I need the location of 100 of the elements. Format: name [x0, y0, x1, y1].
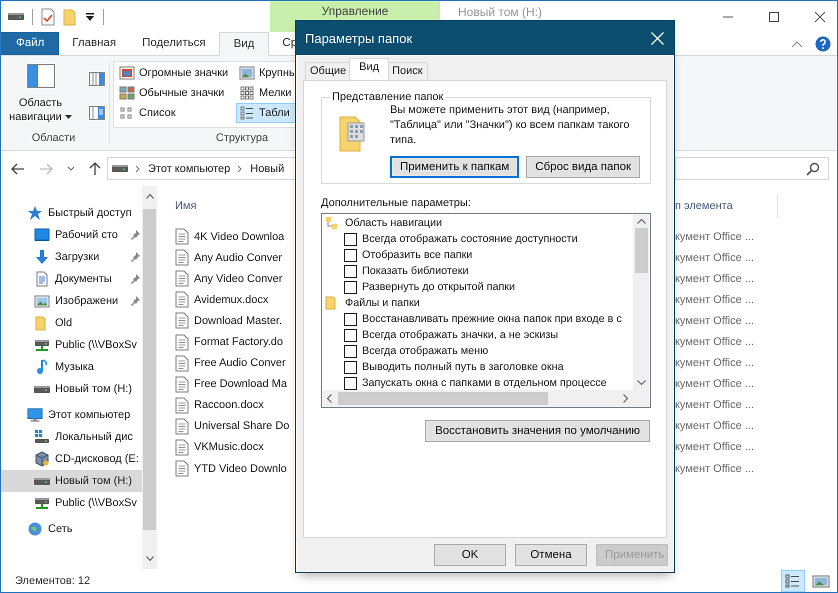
collapse-icon[interactable] — [791, 40, 803, 48]
ribbon-tab[interactable]: Главная — [59, 32, 130, 55]
scrollbar[interactable] — [322, 390, 650, 407]
nav-item[interactable]: Public (\\VBoxSv — [1, 334, 142, 356]
file-name[interactable]: Raccoon.docx — [175, 396, 264, 414]
file-name[interactable]: Universal Share Do — [175, 418, 290, 435]
search-field[interactable] — [675, 157, 829, 180]
file-name[interactable]: Free Audio Conver — [175, 354, 286, 372]
dialog-button[interactable]: OK — [434, 544, 506, 566]
option-label[interactable]: Развернуть до открытой папки — [362, 281, 516, 293]
table-cell-text: кумент Office ... — [675, 272, 755, 285]
layout-option[interactable]: Обычные значки — [116, 83, 236, 103]
nav-item[interactable]: Новый том (H:) — [1, 470, 142, 492]
table-cell-text: кумент Office ... — [675, 462, 755, 475]
nav-item[interactable]: Документы — [1, 268, 142, 290]
help-icon[interactable] — [815, 36, 831, 52]
checkbox[interactable] — [344, 328, 357, 342]
description-text: Вы можете применить этот вид (например, "Таблица" или "Значки") ко всем папкам такого типа. — [390, 103, 630, 148]
dialog-button[interactable]: Отмена — [515, 544, 587, 566]
ribbon-tab[interactable]: Файл — [1, 32, 60, 55]
file-name[interactable]: 4K Video Downloa — [175, 228, 284, 246]
checkbox[interactable] — [344, 280, 357, 294]
ribbon-tab[interactable]: Вид — [218, 32, 270, 56]
nav-item[interactable]: CD-дисковод (E: — [1, 448, 142, 470]
option-label[interactable]: Запускать окна с папками в отдельном процессе — [362, 377, 607, 389]
checkbox[interactable] — [344, 264, 357, 278]
table-cell-text: кумент Office ... — [675, 252, 755, 264]
file-name[interactable]: Any Video Conver — [175, 270, 282, 288]
file-name[interactable]: Download Master. — [175, 312, 282, 330]
nav-item[interactable]: Изображени — [1, 290, 142, 312]
scroll-thumb[interactable] — [143, 209, 156, 530]
option-label[interactable]: Показать библиотеки — [362, 265, 468, 277]
checkbox[interactable] — [344, 344, 357, 358]
drive-icon — [34, 429, 50, 445]
cube-icon — [34, 451, 50, 467]
file-name[interactable]: YTD Video Downlo — [175, 460, 287, 478]
view-button[interactable] — [781, 570, 805, 592]
dropdown-icon[interactable] — [85, 12, 95, 22]
nav-item[interactable]: Загрузки — [1, 246, 142, 268]
picture-icon — [119, 65, 135, 81]
scrollbar[interactable] — [142, 186, 157, 569]
dialog-tab[interactable]: Вид — [349, 58, 390, 80]
document-icon — [175, 396, 189, 414]
scrollbar[interactable] — [633, 214, 650, 390]
nav-item[interactable]: Локальный дис — [1, 426, 142, 448]
option-label[interactable]: Выводить полный путь в заголовке окна — [362, 361, 564, 373]
nav-item[interactable]: Public (\\VBoxSv — [1, 492, 142, 514]
down-chevron-icon — [637, 380, 646, 385]
option-label[interactable]: Всегда отображать меню — [362, 345, 488, 357]
nav-item[interactable]: Новый том (H:) — [1, 378, 142, 400]
close-icon[interactable] — [815, 12, 825, 22]
nav-item[interactable]: Рабочий сто — [1, 224, 142, 246]
nav-item[interactable]: Этот компьютер — [1, 404, 142, 426]
chevron-icon — [135, 164, 141, 172]
dialog-tab[interactable]: Поиск — [387, 62, 428, 80]
table-cell-text: кумент Office ... — [675, 336, 755, 348]
preview-pane-icon[interactable] — [88, 72, 104, 86]
details-pane-icon[interactable] — [88, 106, 104, 120]
checkbox[interactable] — [344, 312, 357, 326]
file-name[interactable]: Any Audio Conver — [175, 249, 282, 266]
checkbox[interactable] — [344, 248, 357, 262]
ribbon-tab[interactable]: Поделиться — [129, 32, 219, 55]
checkbox[interactable] — [344, 376, 357, 390]
file-name[interactable]: Free Download Ma — [175, 376, 287, 393]
option-label[interactable]: Всегда отображать состояние доступности — [362, 233, 578, 245]
layout-option[interactable]: Огромные значки — [116, 63, 236, 83]
option-label[interactable]: Всегда отображать значки, а не эскизы — [362, 329, 558, 341]
group-label: Структура — [214, 131, 270, 146]
restore-defaults-button[interactable]: Восстановить значения по умолчанию — [425, 420, 650, 442]
scroll-thumb[interactable] — [635, 228, 648, 273]
checkbox[interactable] — [344, 360, 357, 374]
option-label[interactable]: Отобразить все папки — [362, 249, 472, 261]
file-name[interactable]: Avidemux.docx — [175, 291, 268, 308]
dialog-button[interactable]: Применить к папкам — [390, 156, 520, 178]
table-cell-text: кумент Office ... — [675, 294, 755, 306]
layout-option[interactable]: Мелки — [236, 83, 298, 103]
dialog-tab[interactable]: Общие — [305, 62, 352, 80]
back-arrow-icon[interactable] — [11, 162, 25, 174]
file-name[interactable]: Format Factory.do — [175, 334, 284, 351]
chevron-icon — [237, 164, 244, 172]
checklist-icon[interactable] — [41, 8, 55, 26]
drive-icon — [34, 386, 50, 392]
file-name[interactable]: VKMusic.docx — [175, 438, 264, 456]
nav-item[interactable]: Old — [1, 312, 142, 334]
nav-item[interactable]: Быстрый доступ — [1, 202, 142, 224]
up-arrow-icon[interactable] — [89, 162, 101, 176]
nav-item[interactable]: Музыка — [1, 356, 142, 378]
dialog-button[interactable]: Сброс вида папок — [526, 156, 640, 178]
checkbox[interactable] — [344, 232, 357, 246]
globe-icon — [27, 521, 43, 537]
document-icon — [175, 334, 189, 351]
option-label[interactable]: Восстанавливать прежние окна папок при входе в с — [362, 313, 622, 325]
group-label: Области — [32, 131, 76, 146]
maximize-icon[interactable] — [769, 12, 779, 22]
layout-option[interactable]: Табли — [236, 103, 298, 123]
navigation-pane-button[interactable]: Область навигации — [2, 64, 78, 128]
scroll-thumb[interactable] — [338, 392, 548, 405]
nav-item[interactable]: Сеть — [1, 518, 142, 540]
layout-option[interactable]: Список — [116, 103, 236, 123]
context-tab-label[interactable]: Управление — [322, 4, 388, 18]
